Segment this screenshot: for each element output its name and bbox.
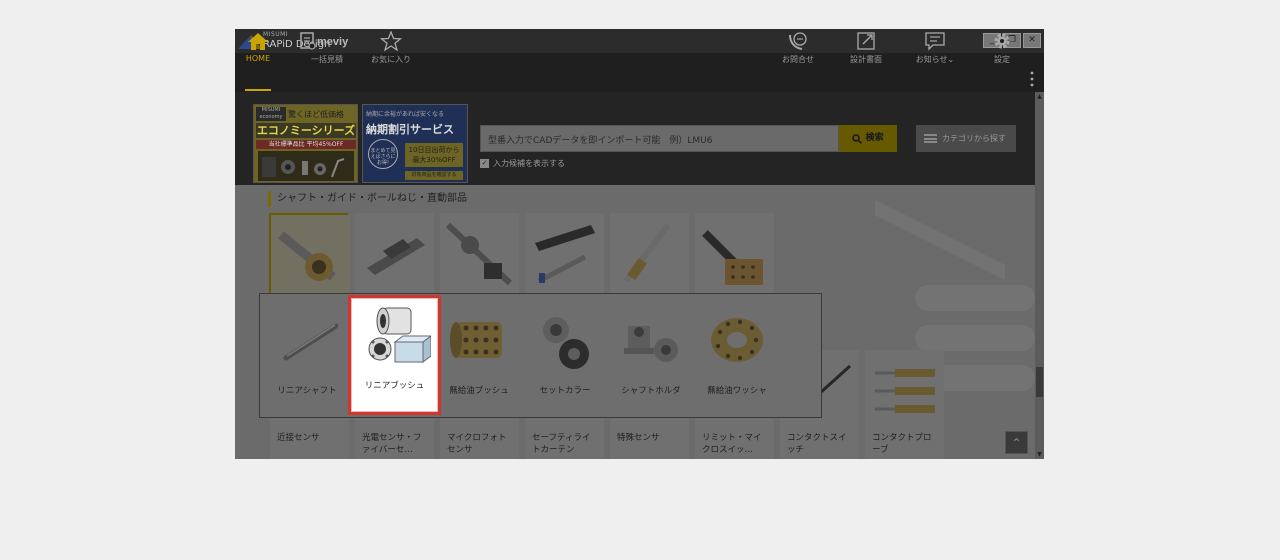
nav-bulk-quote[interactable]: meviy 一括見積 bbox=[297, 31, 357, 67]
subcategory-set-collar[interactable]: セットカラー bbox=[522, 304, 608, 409]
ball-screw-image bbox=[440, 213, 519, 293]
set-collar-image bbox=[543, 317, 589, 369]
external-link-icon bbox=[857, 32, 875, 50]
subcategory-label: リニアシャフト bbox=[277, 386, 337, 396]
subcategory-label: 無給油ブッシュ bbox=[449, 386, 509, 396]
category-card-rotary[interactable] bbox=[610, 213, 689, 297]
home-active-indicator bbox=[245, 89, 271, 91]
category-card-actuator[interactable] bbox=[525, 213, 604, 297]
nav-design-doc-label: 設計書面 bbox=[850, 55, 882, 64]
nav-notifications-label: お知らせ⌄ bbox=[915, 55, 955, 64]
economy-sub: 当社標準品比 平均45%OFF bbox=[256, 140, 356, 149]
bushing-plate-image bbox=[695, 213, 774, 293]
card-label: マイクロフォト センサ bbox=[447, 433, 507, 455]
search-icon bbox=[852, 133, 863, 144]
category-browse-label: カテゴリから探す bbox=[942, 134, 1006, 143]
nav-favorites[interactable]: お気に入り bbox=[367, 31, 415, 67]
subcategory-shaft-holder[interactable]: シャフトホルダ bbox=[608, 304, 694, 409]
section-title: シャフト・ガイド・ボールねじ・直動部品 bbox=[268, 191, 467, 207]
search-button[interactable]: 検索 bbox=[839, 125, 897, 152]
back-to-top-button[interactable]: ⌃ bbox=[1005, 431, 1028, 454]
discount-days: 10日目出荷から 最大30%OFF bbox=[405, 143, 463, 167]
meviy-brand: meviy bbox=[317, 36, 349, 48]
actuator-image bbox=[525, 213, 604, 293]
category-card-ball-screw[interactable] bbox=[440, 213, 519, 297]
economy-series-banner[interactable]: MISUMI economy 驚くほど低価格 エコノミーシリーズ 当社標準品比 平… bbox=[253, 104, 358, 183]
subcategory-linear-bushing[interactable]: リニアブッシュ bbox=[348, 295, 441, 415]
search-button-label: 検索 bbox=[865, 133, 884, 143]
scrollbar-thumb[interactable] bbox=[1036, 367, 1043, 397]
card-label: リミット・マイ クロスイッ… bbox=[702, 433, 762, 455]
linear-shaft-image bbox=[283, 323, 339, 361]
linear-bushing-image bbox=[368, 307, 431, 363]
meviy-icon: meviy bbox=[300, 32, 349, 50]
chat-icon bbox=[925, 32, 945, 51]
suggest-checkbox[interactable]: ✓ bbox=[480, 159, 489, 168]
card-label: 近接センサ bbox=[277, 433, 320, 443]
oilless-bushing-image bbox=[450, 322, 502, 358]
menu-icon bbox=[924, 134, 937, 143]
scroll-down-icon[interactable]: ▼ bbox=[1036, 451, 1043, 458]
close-button[interactable]: ✕ bbox=[1023, 33, 1041, 48]
category-card-contact-probe[interactable]: コンタクトプロ ーブ bbox=[865, 350, 944, 459]
nav-notifications[interactable]: お知らせ⌄ bbox=[914, 31, 956, 67]
search-input[interactable]: 型番入力でCADデータを即インポート可能 例）LMU6 bbox=[480, 125, 839, 152]
nav-favorites-label: お気に入り bbox=[371, 55, 411, 64]
suggest-label: 入力候補を表示する bbox=[493, 159, 565, 168]
more-menu-icon[interactable] bbox=[1030, 71, 1034, 87]
vertical-scrollbar[interactable]: ▲ ▼ bbox=[1035, 92, 1044, 459]
category-card-shaft-guide[interactable] bbox=[269, 213, 350, 297]
shaft-guide-image bbox=[271, 215, 350, 295]
card-label: 光電センサ・フ ァイバーセ… bbox=[362, 433, 422, 455]
star-icon bbox=[380, 31, 402, 51]
rotary-shaft-image bbox=[610, 213, 689, 293]
nav-contact-label: お問合せ bbox=[782, 55, 814, 64]
card-label: セーフティライ トカーテン bbox=[532, 433, 591, 455]
home-icon bbox=[248, 33, 268, 50]
support-icon bbox=[789, 32, 807, 50]
contact-probe-image bbox=[865, 350, 944, 430]
discount-title: 納期割引サービス bbox=[366, 123, 454, 136]
subcategory-linear-shaft[interactable]: リニアシャフト bbox=[264, 304, 350, 409]
suggest-toggle[interactable]: ✓ 入力候補を表示する bbox=[480, 158, 565, 170]
subcategory-popup: リニアシャフト リニアブッシュ 無給油ブッシュ セットカラー シャフトホルダ 無… bbox=[259, 293, 822, 418]
nav-bulk-quote-label: 一括見積 bbox=[311, 55, 343, 64]
subcategory-label: リニアブッシュ bbox=[364, 381, 425, 391]
category-card-linear-guide[interactable] bbox=[355, 213, 434, 297]
discount-circle: まとめて見えばさらにお得! bbox=[368, 139, 398, 169]
nav-contact[interactable]: お問合せ bbox=[778, 31, 818, 67]
nav-design-doc[interactable]: 設計書面 bbox=[845, 31, 887, 67]
nav-settings[interactable]: 設定 bbox=[988, 31, 1016, 67]
discount-tag: 対象商品を確認する bbox=[405, 171, 463, 180]
category-browse-button[interactable]: カテゴリから探す bbox=[916, 125, 1016, 152]
nav-settings-label: 設定 bbox=[994, 55, 1010, 64]
scroll-up-icon[interactable]: ▲ bbox=[1036, 93, 1043, 100]
subcategory-oilless-washer[interactable]: 無給油ワッシャ bbox=[694, 304, 780, 409]
card-label: コンタクトスイ ッチ bbox=[787, 433, 847, 455]
linear-guide-image bbox=[355, 213, 434, 293]
shaft-holder-image bbox=[624, 326, 678, 362]
subcategory-label: 無給油ワッシャ bbox=[707, 386, 767, 396]
subcategory-label: シャフトホルダ bbox=[621, 386, 681, 396]
card-label: 特殊センサ bbox=[617, 433, 660, 443]
subcategory-oilless-bushing[interactable]: 無給油ブッシュ bbox=[436, 304, 522, 409]
nav-home-label: HOME bbox=[245, 54, 271, 63]
subcategory-label: セットカラー bbox=[539, 386, 591, 396]
economy-catch: 驚くほど低価格 bbox=[288, 110, 344, 119]
oilless-washer-image bbox=[711, 318, 763, 362]
category-card-bushing-plate[interactable] bbox=[695, 213, 774, 297]
card-label: コンタクトプロ ーブ bbox=[872, 433, 932, 455]
delivery-discount-banner[interactable]: 納期に余裕があれば安くなる 納期割引サービス まとめて見えばさらにお得! 10日… bbox=[362, 104, 468, 183]
gear-icon bbox=[994, 33, 1010, 49]
economy-badge: MISUMI economy bbox=[256, 107, 286, 121]
economy-products-image bbox=[258, 151, 354, 181]
discount-catch: 納期に余裕があれば安くなる bbox=[366, 111, 445, 118]
economy-title: エコノミーシリーズ bbox=[256, 123, 356, 138]
nav-home[interactable]: HOME bbox=[243, 31, 273, 67]
chevron-up-icon: ⌃ bbox=[1011, 436, 1022, 450]
